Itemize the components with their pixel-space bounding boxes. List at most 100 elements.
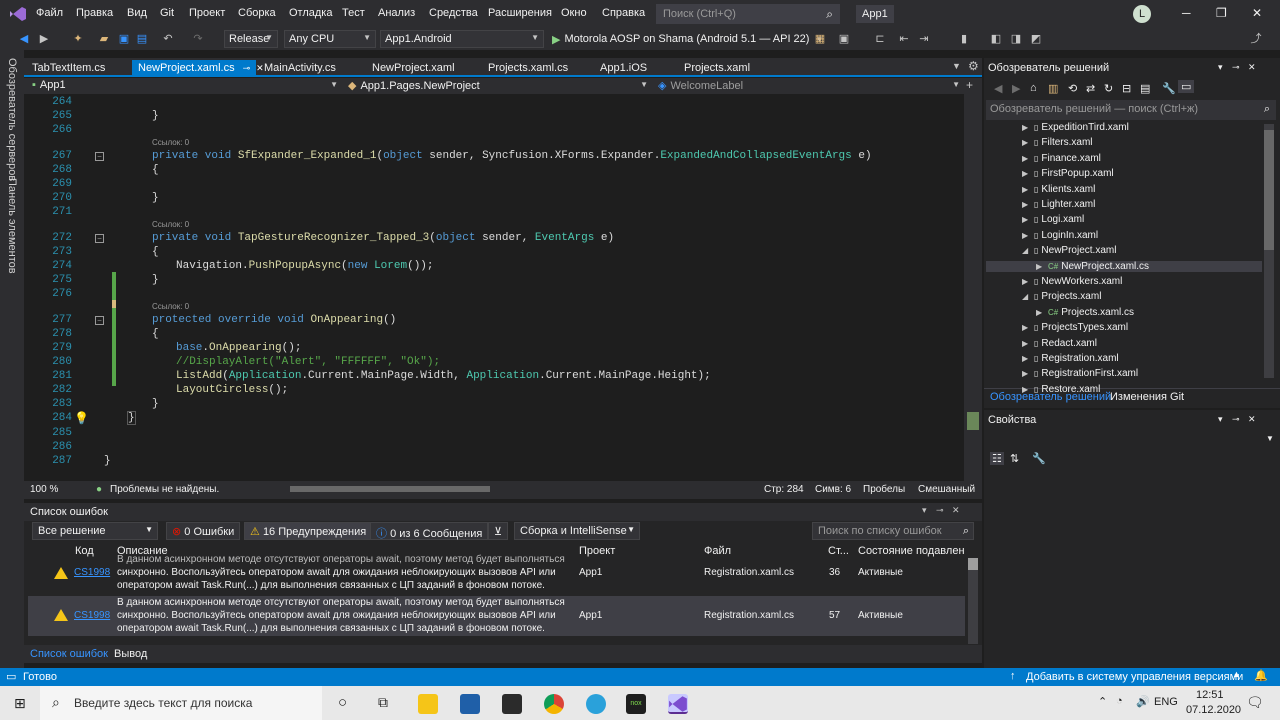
open-folder-icon[interactable]: ▰: [96, 31, 112, 47]
close-icon[interactable]: ✕: [1252, 6, 1262, 20]
tree-scrollbar[interactable]: [1264, 124, 1274, 378]
build-filter-select[interactable]: Сборка и IntelliSense ▼: [514, 522, 640, 540]
filter-icon[interactable]: ⊻: [488, 522, 508, 540]
global-search-input[interactable]: Поиск (Ctrl+Q) ⌕: [656, 4, 840, 24]
settings-icon[interactable]: ⚙: [968, 59, 979, 73]
preview-icon[interactable]: ▭: [1178, 80, 1195, 93]
line-ending-indicator[interactable]: Смешанный: [918, 484, 975, 495]
telegram-icon[interactable]: [586, 694, 606, 714]
object-select[interactable]: [986, 430, 1262, 448]
spaces-indicator[interactable]: Пробелы: [863, 484, 905, 495]
expand-icon[interactable]: ▶: [1022, 385, 1034, 394]
dropdown-icon[interactable]: ▾: [922, 505, 927, 516]
menu-window[interactable]: Окно: [561, 7, 587, 19]
collapse-icon[interactable]: −: [95, 234, 104, 243]
minimize-icon[interactable]: ─: [1182, 6, 1191, 20]
categorized-icon[interactable]: ☷: [990, 452, 1004, 465]
error-list-scrollbar[interactable]: [968, 558, 978, 644]
tree-item[interactable]: ▶ ▯ LoginIn.xaml: [1022, 230, 1098, 241]
tab-overflow-icon[interactable]: ▼: [952, 61, 961, 71]
platform-select[interactable]: Any CPU ▼: [284, 30, 376, 48]
tree-item[interactable]: ▶ C# NewProject.xaml.cs: [986, 260, 1262, 272]
tab-projects-xaml-cs[interactable]: Projects.xaml.cs: [482, 60, 574, 77]
property-pages-icon[interactable]: 🔧: [1032, 452, 1046, 465]
menu-file[interactable]: Файл: [36, 7, 63, 19]
taskbar-search-input[interactable]: ⌕ Введите здесь текст для поиска: [40, 686, 322, 720]
column-project[interactable]: Проект: [579, 545, 615, 557]
home-icon[interactable]: ⌂: [1030, 82, 1037, 94]
tab-projects-xaml[interactable]: Projects.xaml: [678, 60, 756, 77]
tree-item[interactable]: ▶ ▯ RegistrationFirst.xaml: [1022, 368, 1138, 379]
tree-item[interactable]: ▶ ▯ Redact.xaml: [1022, 338, 1097, 349]
bookmark-icon[interactable]: ▮: [956, 31, 972, 47]
expand-icon[interactable]: ▶: [1022, 185, 1034, 194]
emulator-icon[interactable]: ▣: [836, 31, 852, 47]
tab-app1-ios[interactable]: App1.iOS: [594, 60, 653, 77]
references-codelens[interactable]: Ссылок: 0: [152, 220, 189, 229]
dropdown-icon[interactable]: ▾: [1218, 414, 1223, 425]
expanded-icon[interactable]: ◢: [1022, 292, 1034, 301]
close-icon[interactable]: ✕: [952, 505, 960, 516]
menu-git[interactable]: Git: [160, 7, 174, 19]
refresh-icon[interactable]: ↻: [1104, 82, 1113, 95]
expand-icon[interactable]: ▶: [1022, 354, 1034, 363]
column-suppression-state[interactable]: Состояние подавлен: [858, 545, 965, 557]
sync-icon[interactable]: ⇄: [1086, 82, 1095, 95]
menu-project[interactable]: Проект: [189, 7, 225, 19]
chevron-up-icon[interactable]: ▲: [1232, 669, 1241, 679]
messages-filter-button[interactable]: ⓘ 0 из 6 Сообщения: [370, 522, 489, 540]
tree-item[interactable]: ◢ ▯ NewProject.xaml: [1022, 245, 1116, 256]
table-row[interactable]: CS1998 В данном асинхронном методе отсут…: [28, 554, 965, 594]
tree-item[interactable]: ▶ ▯ Filters.xaml: [1022, 137, 1093, 148]
expand-icon[interactable]: ▶: [1022, 369, 1034, 378]
expand-icon[interactable]: ▶: [1022, 200, 1034, 209]
collapse-icon[interactable]: −: [95, 316, 104, 325]
pending-changes-icon[interactable]: ⟲: [1068, 82, 1077, 95]
maximize-icon[interactable]: ❐: [1216, 6, 1227, 20]
menu-debug[interactable]: Отладка: [289, 7, 332, 19]
tree-item[interactable]: ▶ ▯ ExpeditionTird.xaml: [1022, 122, 1129, 133]
expand-icon[interactable]: ▶: [1036, 262, 1048, 271]
expand-icon[interactable]: ▶: [1022, 323, 1034, 332]
undo-icon[interactable]: ↶: [160, 31, 176, 47]
tab-git-changes[interactable]: Изменения Git: [1110, 391, 1184, 403]
menu-extensions[interactable]: Расширения: [488, 7, 552, 19]
expanded-icon[interactable]: ◢: [1022, 246, 1034, 255]
pin-icon[interactable]: ⊸: [1232, 62, 1240, 73]
tree-item[interactable]: ▶ ▯ Logi.xaml: [1022, 214, 1084, 225]
clock-time[interactable]: 12:51: [1196, 689, 1224, 701]
menu-help[interactable]: Справка: [602, 7, 645, 19]
redo-icon[interactable]: ↷: [190, 31, 206, 47]
scroll-thumb[interactable]: [1264, 130, 1274, 250]
add-to-source-control-button[interactable]: Добавить в систему управления версиями: [1026, 671, 1243, 683]
column-file[interactable]: Файл: [704, 545, 731, 557]
expand-icon[interactable]: ▶: [1036, 308, 1048, 317]
expand-icon[interactable]: ▶: [1022, 169, 1034, 178]
volume-icon[interactable]: 🔊: [1136, 695, 1150, 708]
indent-icon[interactable]: ⇥: [916, 31, 932, 47]
tab-output[interactable]: Вывод: [114, 648, 147, 660]
input-language[interactable]: ENG: [1154, 696, 1178, 708]
pin-icon[interactable]: ⊸: [936, 505, 944, 516]
tab-newproject-xaml[interactable]: NewProject.xaml: [366, 60, 461, 77]
tab-error-list[interactable]: Список ошибок: [30, 648, 108, 660]
expand-icon[interactable]: ▶: [1022, 123, 1034, 132]
save-all-icon[interactable]: ▤: [134, 31, 150, 47]
dropdown-icon[interactable]: ▾: [1218, 62, 1223, 73]
member-nav-select[interactable]: ◈ WelcomeLabel ▼: [654, 78, 964, 94]
server-explorer-tab[interactable]: Обозреватель серверов: [6, 58, 18, 181]
pin-icon[interactable]: ⊸: [1232, 414, 1240, 425]
issues-indicator[interactable]: Проблемы не найдены.: [110, 484, 219, 495]
expand-icon[interactable]: ▶: [1022, 231, 1034, 240]
windows-start-icon[interactable]: ⊞: [14, 695, 26, 712]
virtualbox-icon[interactable]: [460, 694, 480, 714]
split-icon[interactable]: +: [966, 78, 973, 92]
next-bookmark-icon[interactable]: ◨: [1008, 31, 1024, 47]
horizontal-scrollbar[interactable]: [290, 486, 490, 492]
errors-filter-button[interactable]: ⊗ 0 Ошибки: [166, 522, 241, 540]
alphabetical-icon[interactable]: ⇅: [1010, 452, 1019, 465]
column-code[interactable]: Код: [75, 545, 94, 557]
chrome-icon[interactable]: [544, 694, 564, 714]
solution-search-input[interactable]: Обозреватель решений — поиск (Ctrl+ж) ⌕: [986, 100, 1276, 120]
error-code-link[interactable]: CS1998: [74, 567, 110, 579]
